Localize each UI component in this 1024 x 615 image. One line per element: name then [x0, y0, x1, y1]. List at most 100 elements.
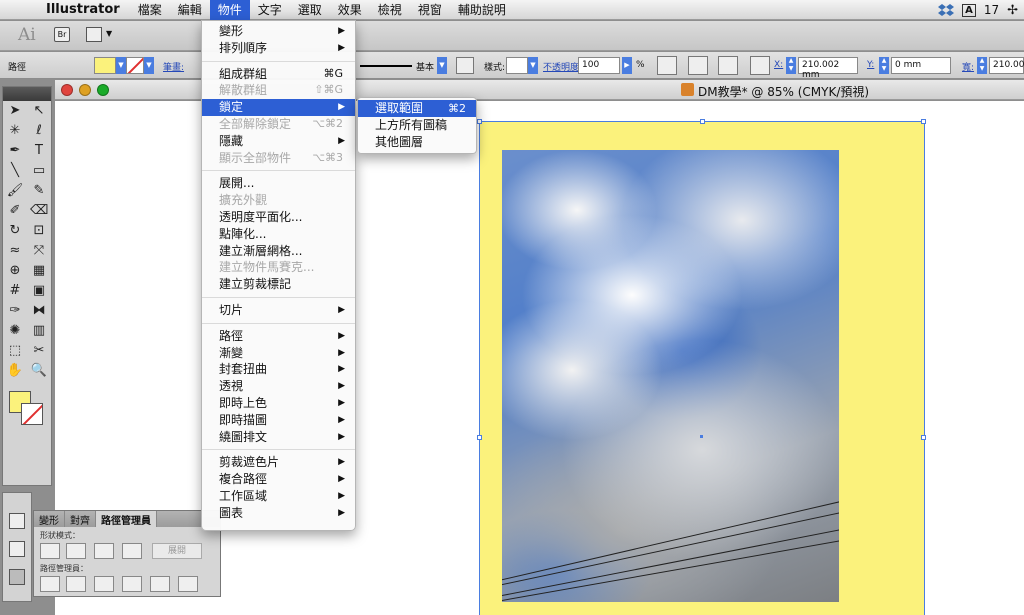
y-stepper[interactable]: ▲ ▼ — [879, 57, 889, 74]
chevron-down-icon[interactable]: ▼ — [106, 29, 112, 38]
stroke-weight-label[interactable]: 筆畫: — [163, 60, 184, 73]
rectangle-icon[interactable]: ▭ — [30, 162, 48, 180]
stroke-color-box[interactable] — [21, 403, 43, 425]
selection-handle[interactable] — [477, 119, 482, 124]
brush-definition[interactable]: 基本 — [416, 60, 434, 73]
stroke-color-swatch[interactable] — [126, 57, 144, 74]
tools-panel-header[interactable] — [3, 87, 51, 101]
menu-item[interactable]: 透視 ▶ — [202, 378, 355, 395]
submenu-item[interactable]: 選取範圍 ⌘2 — [358, 100, 476, 117]
trim-button[interactable] — [66, 576, 86, 592]
eraser-icon[interactable]: ⌫ — [30, 202, 48, 220]
zoom-icon[interactable]: 🔍 — [30, 362, 48, 380]
divide-button[interactable] — [40, 576, 60, 592]
graph-icon[interactable]: ▥ — [30, 322, 48, 340]
symbol-sprayer-icon[interactable]: ✺ — [6, 322, 24, 340]
menu-item[interactable]: 建立剪裁標記 — [202, 276, 355, 293]
stroke-profile-preview[interactable] — [360, 65, 412, 67]
menu-item[interactable]: 封套扭曲 ▶ — [202, 361, 355, 378]
outline-button[interactable] — [150, 576, 170, 592]
menu-effect[interactable]: 效果 — [330, 0, 370, 20]
menu-item[interactable]: 點陣化... — [202, 226, 355, 243]
pen-icon[interactable]: ✒ — [6, 142, 24, 160]
menu-item[interactable]: 組成群組 ⌘G — [202, 66, 355, 83]
transform-panel-icon[interactable] — [9, 513, 25, 529]
dropbox-icon[interactable] — [938, 3, 955, 17]
hand-icon[interactable]: ✋ — [6, 362, 24, 380]
menu-item[interactable]: 隱藏 ▶ — [202, 133, 355, 150]
opacity-label[interactable]: 不透明度: — [543, 60, 582, 73]
menu-item[interactable]: 建立漸層網格... — [202, 243, 355, 260]
menu-item[interactable]: 複合路徑 ▶ — [202, 471, 355, 488]
sky-photo[interactable] — [502, 150, 839, 602]
minimize-window-button[interactable] — [79, 84, 91, 96]
menu-item[interactable]: 工作區域 ▶ — [202, 488, 355, 505]
blob-brush-icon[interactable]: ✐ — [6, 202, 24, 220]
warp-icon[interactable]: ≈ — [6, 242, 24, 260]
close-window-button[interactable] — [61, 84, 73, 96]
crop-button[interactable] — [122, 576, 142, 592]
align-panel-icon[interactable] — [9, 541, 25, 557]
fill-dropdown[interactable]: ▼ — [116, 57, 126, 74]
style-swatch[interactable] — [506, 57, 528, 74]
shape-builder-icon[interactable]: ⊕ — [6, 262, 24, 280]
pencil-icon[interactable]: ✎ — [30, 182, 48, 200]
select-similar-icon[interactable] — [718, 56, 738, 75]
artboard[interactable] — [477, 119, 926, 615]
submenu-item[interactable]: 其他圖層 — [358, 134, 476, 151]
x-stepper[interactable]: ▲ ▼ — [786, 57, 796, 74]
reference-point-icon[interactable] — [750, 56, 770, 75]
width-stepper[interactable]: ▲ ▼ — [977, 57, 987, 74]
menu-window[interactable]: 視窗 — [410, 0, 450, 20]
menu-help[interactable]: 輔助說明 — [450, 0, 514, 20]
y-label[interactable]: Y: — [867, 60, 874, 70]
menu-item[interactable]: 路徑 ▶ — [202, 328, 355, 345]
menu-item[interactable]: 即時描圖 ▶ — [202, 412, 355, 429]
menu-item[interactable]: 變形 ▶ — [202, 23, 355, 40]
expand-button[interactable]: 展開 — [152, 543, 202, 559]
recolor-artwork-icon[interactable] — [657, 56, 677, 75]
brush-dropdown[interactable]: ▼ — [437, 57, 447, 74]
lasso-icon[interactable]: ℓ — [30, 122, 48, 140]
rotate-icon[interactable]: ↻ — [6, 222, 24, 240]
app-name-menu[interactable]: Illustrator — [38, 2, 130, 17]
magic-wand-icon[interactable]: ✳ — [6, 122, 24, 140]
menu-item[interactable]: 切片 ▶ — [202, 302, 355, 319]
stroke-dropdown[interactable]: ▼ — [144, 57, 154, 74]
align-options-icon[interactable] — [688, 56, 708, 75]
menu-view[interactable]: 檢視 — [370, 0, 410, 20]
tab-align[interactable]: 對齊 — [65, 511, 96, 527]
mesh-icon[interactable]: # — [6, 282, 24, 300]
minus-front-button[interactable] — [66, 543, 86, 559]
menu-file[interactable]: 檔案 — [130, 0, 170, 20]
direct-selection-icon[interactable]: ↖ — [30, 102, 48, 120]
menu-item[interactable]: 即時上色 ▶ — [202, 395, 355, 412]
bird-icon[interactable]: ✢ — [1007, 3, 1018, 18]
gradient-icon[interactable]: ▣ — [30, 282, 48, 300]
menu-item[interactable]: 鎖定 ▶ — [202, 99, 355, 116]
arrange-documents-button[interactable] — [86, 27, 102, 42]
paintbrush-icon[interactable]: 🖌 — [6, 182, 24, 200]
intersect-button[interactable] — [94, 543, 114, 559]
slice-icon[interactable]: ✂ — [30, 342, 48, 360]
selection-handle[interactable] — [700, 119, 705, 124]
x-input[interactable]: 210.002 mm — [798, 57, 858, 80]
menu-item[interactable]: 圖表 ▶ — [202, 505, 355, 522]
selection-handle[interactable] — [477, 435, 482, 440]
scale-icon[interactable]: ⊡ — [30, 222, 48, 240]
adobe-icon[interactable]: A — [962, 3, 976, 17]
menu-object[interactable]: 物件 — [209, 0, 250, 20]
eyedropper-icon[interactable]: ✑ — [6, 302, 24, 320]
selection-handle[interactable] — [921, 119, 926, 124]
line-icon[interactable]: ╲ — [6, 162, 24, 180]
perspective-grid-icon[interactable]: ▦ — [30, 262, 48, 280]
blend-icon[interactable]: ⧓ — [30, 302, 48, 320]
menu-item[interactable]: 剪裁遮色片 ▶ — [202, 454, 355, 471]
type-icon[interactable]: T — [30, 142, 48, 160]
submenu-item[interactable]: 上方所有圖稿 — [358, 117, 476, 134]
opacity-input[interactable]: 100 — [578, 57, 620, 74]
menu-item[interactable]: 透明度平面化... — [202, 209, 355, 226]
x-label[interactable]: X: — [774, 60, 783, 70]
width-label[interactable]: 寬: — [962, 60, 974, 73]
y-input[interactable]: 0 mm — [891, 57, 951, 74]
